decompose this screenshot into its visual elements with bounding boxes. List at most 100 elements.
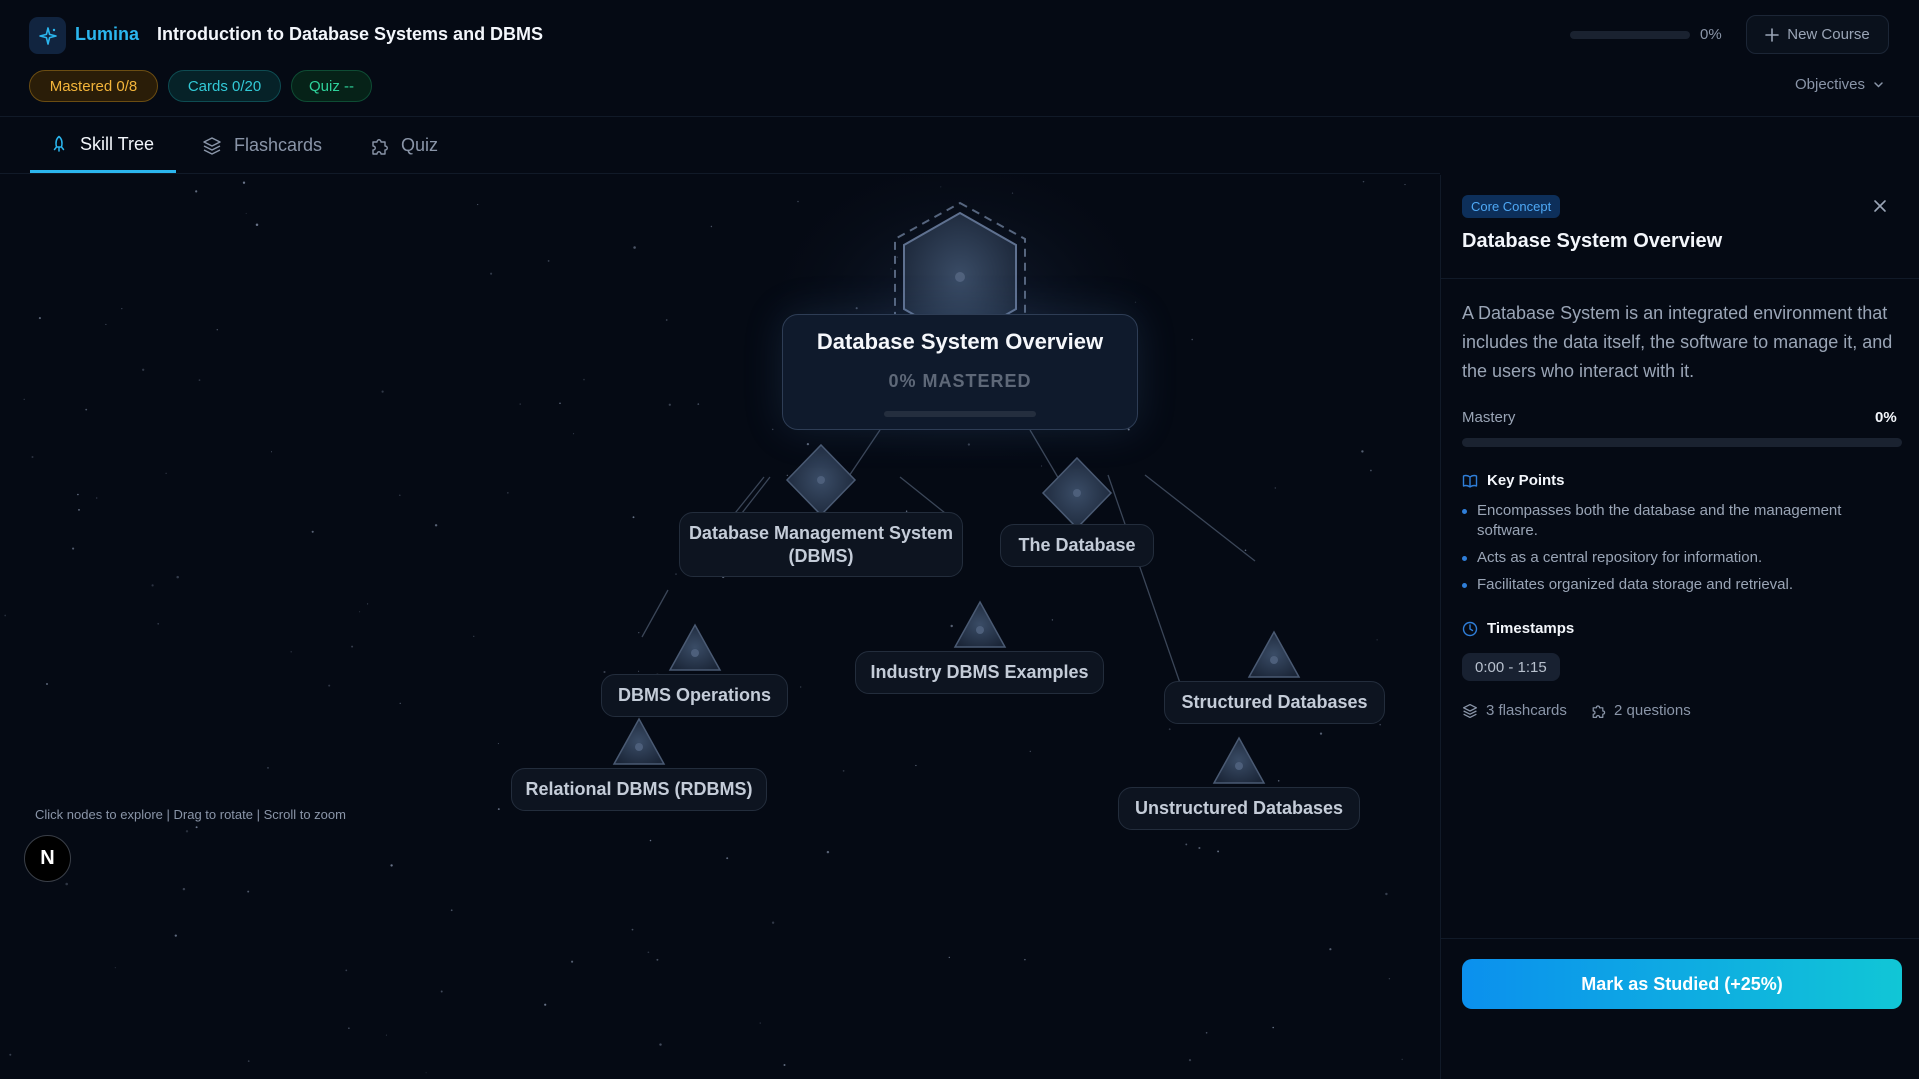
n-badge-button[interactable]: N — [24, 835, 71, 882]
node-dbms[interactable]: Database Management System (DBMS) — [679, 512, 963, 577]
star — [507, 492, 509, 494]
star — [633, 246, 636, 249]
star — [631, 928, 634, 931]
star — [710, 225, 713, 228]
key-points-list: Encompasses both the database and the ma… — [1462, 501, 1902, 602]
star — [105, 323, 107, 325]
star — [1205, 1031, 1208, 1034]
star — [311, 530, 314, 533]
tab-skill-tree-label: Skill Tree — [80, 133, 155, 154]
structured-triangle-core — [1270, 656, 1278, 664]
operations-node-triangle[interactable] — [668, 623, 722, 671]
core-concept-badge: Core Concept — [1462, 195, 1561, 218]
root-node-card[interactable]: Database System Overview 0% MASTERED — [782, 314, 1138, 430]
star — [638, 632, 640, 634]
node-unstructured-databases[interactable]: Unstructured Databases — [1118, 787, 1360, 830]
structured-node-triangle[interactable] — [1247, 630, 1301, 678]
star — [151, 584, 154, 587]
star — [348, 1027, 350, 1029]
star — [1274, 487, 1277, 489]
list-item: Encompasses both the database and the ma… — [1462, 501, 1902, 541]
star — [656, 958, 659, 961]
puzzle-icon — [372, 138, 388, 155]
star — [425, 1072, 427, 1074]
course-progress-bar — [1570, 31, 1690, 39]
clock-icon — [1462, 621, 1478, 636]
star — [783, 1063, 786, 1067]
dbms-diamond-core — [817, 476, 825, 484]
course-progress-percent: 0% — [1700, 26, 1722, 43]
unstructured-node-triangle[interactable] — [1212, 736, 1266, 784]
close-icon — [1874, 200, 1886, 212]
star — [114, 967, 116, 969]
star — [638, 670, 640, 672]
star — [121, 307, 123, 310]
questions-count: 2 questions — [1590, 702, 1691, 719]
star — [328, 684, 331, 687]
timestamps-heading: Timestamps — [1462, 620, 1574, 637]
puzzle-icon — [1592, 704, 1606, 718]
mark-as-studied-button[interactable]: Mark as Studied (+25%) — [1462, 959, 1902, 1009]
star — [1029, 750, 1032, 753]
sparkle-icon — [38, 26, 57, 45]
star — [1385, 892, 1388, 896]
star — [544, 1003, 547, 1006]
node-the-database[interactable]: The Database — [1000, 524, 1154, 567]
edge-database-unstructured — [1107, 474, 1181, 684]
book-icon — [1462, 474, 1478, 488]
objectives-dropdown[interactable]: Objectives — [1795, 76, 1884, 93]
node-dbms-operations[interactable]: DBMS Operations — [601, 674, 788, 717]
database-diamond-core — [1073, 489, 1081, 497]
star — [290, 651, 292, 653]
star — [948, 956, 950, 959]
operations-triangle-shape — [668, 623, 722, 671]
star — [65, 882, 68, 886]
star — [697, 403, 700, 405]
star — [351, 645, 354, 648]
logo[interactable] — [29, 17, 66, 54]
star — [195, 190, 198, 193]
industry-node-triangle[interactable] — [953, 600, 1007, 648]
star — [157, 622, 160, 625]
star — [632, 516, 635, 519]
root-node-mastery-bar — [884, 411, 1036, 417]
star — [142, 368, 145, 371]
star — [399, 494, 401, 497]
brand-name[interactable]: Lumina — [75, 24, 139, 45]
star — [573, 433, 575, 435]
star — [345, 969, 348, 972]
edge-operations-rdbms — [641, 589, 669, 638]
rdbms-node-triangle[interactable] — [612, 717, 666, 765]
star — [797, 200, 799, 203]
node-relational-dbms[interactable]: Relational DBMS (RDBMS) — [511, 768, 767, 811]
new-course-button[interactable]: New Course — [1746, 15, 1889, 54]
rocket-icon — [53, 135, 65, 152]
panel-description: A Database System is an integrated envir… — [1462, 303, 1893, 381]
star — [665, 319, 668, 321]
tab-skill-tree[interactable]: Skill Tree — [30, 118, 176, 173]
tab-flashcards[interactable]: Flashcards — [182, 118, 342, 173]
star — [1401, 1058, 1403, 1061]
star — [519, 403, 521, 405]
star — [950, 624, 953, 628]
star — [367, 603, 369, 605]
star — [1198, 846, 1201, 850]
node-detail-panel: Core Concept Database System Overview A … — [1440, 175, 1919, 1079]
star — [559, 402, 561, 404]
node-industry-dbms-examples[interactable]: Industry DBMS Examples — [855, 651, 1104, 694]
timestamp-chip[interactable]: 0:00 - 1:15 — [1462, 653, 1560, 681]
star — [826, 850, 830, 854]
star — [195, 826, 198, 829]
star — [800, 686, 802, 688]
skill-tree-canvas[interactable]: Database System Overview 0% MASTERED Dat… — [0, 175, 1440, 1079]
node-structured-databases[interactable]: Structured Databases — [1164, 681, 1385, 724]
star — [842, 770, 845, 772]
star — [1361, 450, 1364, 453]
mastery-progress-bar — [1462, 438, 1902, 447]
close-panel-button[interactable] — [1873, 199, 1887, 218]
star — [78, 509, 80, 511]
star — [440, 990, 443, 993]
star — [659, 1043, 662, 1046]
star — [1217, 850, 1220, 853]
tab-quiz[interactable]: Quiz — [349, 118, 458, 173]
